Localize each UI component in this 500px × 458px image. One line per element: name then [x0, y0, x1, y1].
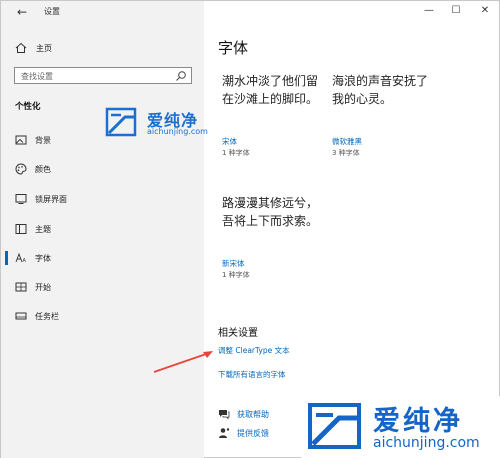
- font-count: 3 种字体: [332, 149, 360, 157]
- sidebar-item-label: 开始: [35, 283, 51, 292]
- app-title: 设置: [44, 7, 60, 16]
- cleartype-link[interactable]: 调整 ClearType 文本: [218, 345, 290, 356]
- watermark-text-en: aichunjing.com: [373, 435, 480, 451]
- font-sample-text: 海浪的声音安抚了我的心灵。: [332, 74, 429, 106]
- download-fonts-link[interactable]: 下载所有语言的字体: [218, 369, 286, 380]
- home-label: 主页: [36, 43, 52, 53]
- sidebar-item-label: 背景: [35, 136, 51, 145]
- watermark-logo: 爱纯净 aichunjing.com: [105, 107, 215, 141]
- sidebar-item-themes[interactable]: 主题: [1, 221, 204, 237]
- minimize-button[interactable]: —: [421, 4, 437, 18]
- sidebar-item-start[interactable]: 开始: [1, 279, 204, 295]
- font-name: 微软雅黑: [332, 137, 362, 146]
- feedback-link[interactable]: 提供反馈: [218, 426, 298, 440]
- sidebar-item-taskbar[interactable]: 任务栏: [1, 308, 204, 324]
- font-name: 宋体: [222, 137, 237, 146]
- watermark-logo-icon: [308, 403, 361, 449]
- font-card-yahei[interactable]: 海浪的声音安抚了我的心灵。 微软雅黑 3 种字体: [332, 72, 442, 162]
- sidebar-item-label: 字体: [35, 254, 51, 263]
- sidebar-item-label: 任务栏: [35, 312, 59, 321]
- feedback-label: 提供反馈: [237, 429, 269, 438]
- font-count: 1 种字体: [222, 271, 250, 279]
- font-name: 新宋体: [222, 259, 245, 268]
- font-icon: A: [15, 252, 27, 264]
- page-title: 字体: [218, 39, 249, 57]
- active-indicator: [5, 251, 8, 265]
- svg-text:A: A: [23, 258, 27, 264]
- font-sample-text: 路漫漫其修远兮，吾将上下而求索。: [222, 196, 319, 228]
- font-sample-text: 潮水冲淡了他们留在沙滩上的脚印。: [222, 74, 319, 106]
- get-help-link[interactable]: 获取帮助: [218, 407, 298, 421]
- search-placeholder: 查找设置: [21, 72, 53, 81]
- watermark-text-en: aichunjing.com: [147, 127, 208, 136]
- sidebar-item-fonts[interactable]: A 字体: [1, 250, 204, 266]
- sidebar-item-label: 锁屏界面: [35, 195, 67, 204]
- sidebar-item-label: 颜色: [35, 165, 51, 174]
- palette-icon: [15, 163, 27, 175]
- settings-window: ← 设置 主页 查找设置 个性化 背景 颜色 锁屏界面 主题 A 字体 开始 任…: [0, 0, 500, 458]
- home-nav-item[interactable]: 主页: [15, 41, 52, 55]
- watermark-text-cn: 爱纯净: [373, 406, 463, 437]
- section-title: 个性化: [15, 102, 41, 112]
- search-settings-input[interactable]: 查找设置: [14, 67, 192, 84]
- sidebar-item-colors[interactable]: 颜色: [1, 161, 204, 177]
- title-bar: ← 设置: [1, 1, 204, 23]
- back-arrow-icon[interactable]: ←: [14, 4, 30, 20]
- get-help-label: 获取帮助: [237, 410, 269, 419]
- close-button[interactable]: ✕: [477, 4, 493, 18]
- taskbar-icon: [15, 312, 27, 320]
- font-card-nsimsun[interactable]: 路漫漫其修远兮，吾将上下而求索。 新宋体 1 种字体: [222, 194, 332, 284]
- sidebar: ← 设置 主页 查找设置 个性化 背景 颜色 锁屏界面 主题 A 字体 开始 任…: [1, 1, 208, 458]
- person-feedback-icon: [219, 428, 230, 438]
- start-icon: [15, 282, 27, 292]
- theme-icon: [15, 224, 27, 234]
- image-icon: [15, 135, 27, 145]
- lock-screen-icon: [15, 194, 27, 204]
- watermark-logo-icon: [105, 107, 137, 137]
- related-settings-title: 相关设置: [218, 328, 258, 339]
- watermark-logo-large: 爱纯净 aichunjing.com: [301, 396, 500, 458]
- sidebar-item-label: 主题: [35, 225, 51, 234]
- annotation-arrow: [153, 351, 213, 373]
- font-card-songti[interactable]: 潮水冲淡了他们留在沙滩上的脚印。 宋体 1 种字体: [222, 72, 332, 162]
- search-icon: [176, 71, 186, 81]
- home-icon: [15, 42, 27, 53]
- font-count: 1 种字体: [222, 149, 250, 157]
- maximize-button[interactable]: ☐: [448, 4, 464, 18]
- sidebar-item-lock-screen[interactable]: 锁屏界面: [1, 191, 204, 207]
- chat-help-icon: [219, 410, 230, 420]
